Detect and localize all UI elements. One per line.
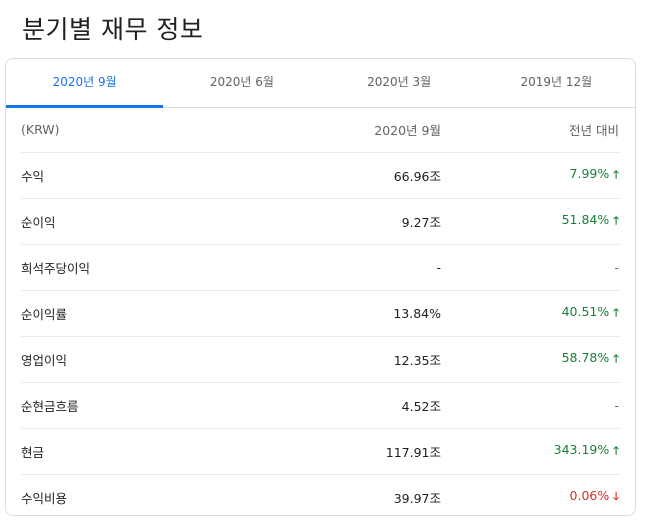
financials-table: (KRW) 2020년 9월 전년 대비 수익 66.96조 7.99% 🡑 순이… xyxy=(21,107,620,515)
row-value: 4.52조 xyxy=(401,399,441,414)
arrow-up-icon: 🡑 xyxy=(613,214,619,227)
arrow-up-icon: 🡑 xyxy=(613,352,619,365)
tab-2020-sep[interactable]: 2020년 9월 xyxy=(6,59,164,108)
row-label: 순이익률 xyxy=(21,307,68,322)
table-row: 영업이익 12.35조 58.78% 🡑 xyxy=(21,337,620,383)
row-label: 수익비용 xyxy=(21,491,68,506)
table-row: 수익비용 39.97조 0.06% 🡓 xyxy=(21,475,620,515)
row-change: 58.78% 🡑 xyxy=(441,350,620,369)
header-yoy: 전년 대비 xyxy=(569,123,619,138)
row-label: 순현금흐름 xyxy=(21,399,79,414)
change-text: 58.78% xyxy=(561,350,610,365)
row-change: 40.51% 🡑 xyxy=(441,304,620,323)
change-text: 7.99% xyxy=(569,166,610,181)
row-change: 343.19% 🡑 xyxy=(441,442,620,461)
row-label: 순이익 xyxy=(21,215,56,230)
row-label: 영업이익 xyxy=(21,353,68,368)
row-value: - xyxy=(436,260,441,275)
row-label: 수익 xyxy=(21,169,45,184)
table-row: 순이익률 13.84% 40.51% 🡑 xyxy=(21,291,620,337)
row-label: 현금 xyxy=(21,445,45,460)
row-change: 7.99% 🡑 xyxy=(441,166,620,185)
change-text: - xyxy=(614,260,619,275)
change-text: - xyxy=(614,398,619,413)
tab-2020-jun[interactable]: 2020년 6월 xyxy=(163,59,320,107)
table-row: 순현금흐름 4.52조 - xyxy=(21,383,620,429)
row-label: 희석주당이익 xyxy=(21,261,91,276)
arrow-up-icon: 🡑 xyxy=(613,306,619,319)
period-tabs: 2020년 9월 2020년 6월 2020년 3월 2019년 12월 xyxy=(6,59,635,108)
row-value: 12.35조 xyxy=(393,353,441,368)
table-row: 희석주당이익 - - xyxy=(21,245,620,291)
arrow-up-icon: 🡑 xyxy=(613,168,619,181)
arrow-down-icon: 🡓 xyxy=(613,490,619,503)
row-change: - xyxy=(441,260,620,275)
row-change: 0.06% 🡓 xyxy=(441,488,620,507)
tab-2019-dec[interactable]: 2019년 12월 xyxy=(478,59,635,107)
tab-2020-mar[interactable]: 2020년 3월 xyxy=(321,59,478,107)
row-value: 9.27조 xyxy=(401,215,441,230)
table-row: 순이익 9.27조 51.84% 🡑 xyxy=(21,199,620,245)
row-value: 13.84% xyxy=(393,306,441,321)
change-text: 51.84% xyxy=(561,212,610,227)
table-header-row: (KRW) 2020년 9월 전년 대비 xyxy=(21,107,620,153)
row-change: - xyxy=(441,398,620,413)
page-title: 분기별 재무 정보 xyxy=(22,15,204,44)
change-text: 343.19% xyxy=(553,442,610,457)
change-text: 40.51% xyxy=(561,304,610,319)
header-period: 2020년 9월 xyxy=(374,123,441,138)
row-change: 51.84% 🡑 xyxy=(441,212,620,231)
row-value: 39.97조 xyxy=(393,491,441,506)
table-row: 현금 117.91조 343.19% 🡑 xyxy=(21,429,620,475)
change-text: 0.06% xyxy=(569,488,610,503)
table-row: 수익 66.96조 7.99% 🡑 xyxy=(21,153,620,199)
row-value: 66.96조 xyxy=(393,169,441,184)
row-value: 117.91조 xyxy=(385,445,441,460)
arrow-up-icon: 🡑 xyxy=(613,444,619,457)
header-currency: (KRW) xyxy=(21,122,60,137)
financials-card: 2020년 9월 2020년 6월 2020년 3월 2019년 12월 (KR… xyxy=(5,58,636,516)
